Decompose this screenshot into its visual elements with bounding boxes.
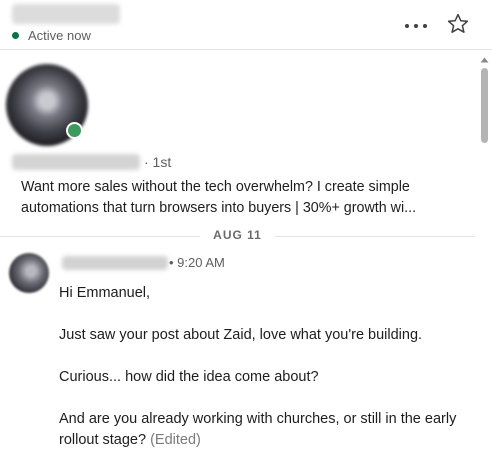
online-badge: [66, 122, 83, 139]
edited-label: (Edited): [150, 432, 201, 448]
message-line: And are you already working with churche…: [59, 409, 459, 451]
presence-status: Active now: [12, 28, 91, 43]
scroll-up-arrow-icon[interactable]: [479, 55, 490, 65]
conversation-header: Active now: [0, 0, 492, 50]
message-line-text: And are you already working with churche…: [59, 411, 457, 448]
star-button[interactable]: [446, 12, 470, 36]
profile-headline: Want more sales without the tech overwhe…: [21, 179, 417, 216]
presence-status-text: Active now: [28, 28, 91, 43]
more-options-button[interactable]: [402, 14, 430, 38]
scrollbar-thumb[interactable]: [481, 68, 488, 143]
contact-name-redacted[interactable]: [12, 4, 120, 24]
message-line: Just saw your post about Zaid, love what…: [59, 327, 423, 343]
message-body: Hi Emmanuel, Just saw your post about Za…: [59, 283, 459, 472]
message-timestamp: • 9:20 AM: [169, 255, 225, 270]
divider-line: [0, 236, 200, 237]
sender-avatar[interactable]: [9, 253, 49, 293]
divider-line: [275, 236, 475, 237]
star-outline-icon: [447, 13, 469, 33]
connection-degree: · 1st: [144, 154, 172, 170]
online-status-dot: [12, 32, 19, 39]
sender-name-redacted[interactable]: [62, 256, 168, 270]
date-divider-label: AUG 11: [213, 228, 262, 242]
profile-name-redacted[interactable]: [12, 154, 140, 170]
more-horizontal-icon: [405, 24, 409, 28]
message-line: Curious... how did the idea come about?: [59, 369, 319, 385]
message-line: Hi Emmanuel,: [59, 285, 151, 301]
